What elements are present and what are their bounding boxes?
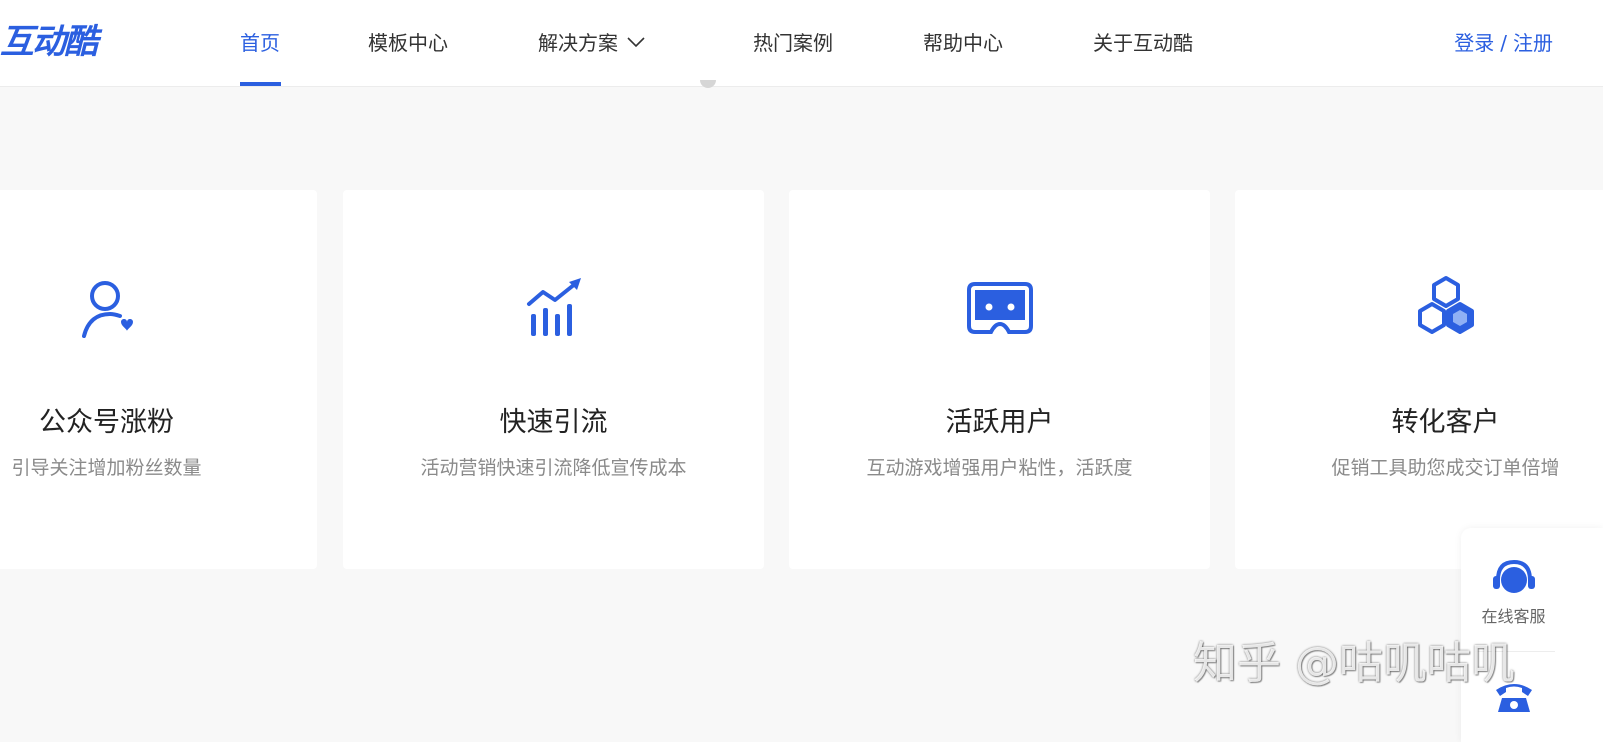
chevron-down-icon (627, 36, 645, 47)
service-divider (1475, 651, 1555, 652)
register-link[interactable]: 注册 (1513, 31, 1553, 55)
nav-item-solutions-label: 解决方案 (538, 31, 618, 55)
login-link[interactable]: 登录 (1454, 31, 1494, 55)
card-description: 活动营销快速引流降低宣传成本 (420, 457, 687, 479)
card-title: 活跃用户 (945, 407, 1054, 438)
feature-card-fans[interactable]: 公众号涨粉 引导关注增加粉丝数量 (0, 190, 317, 569)
card-description: 引导关注增加粉丝数量 (11, 457, 202, 479)
main-nav: 首页 模板中心 解决方案 热门案例 帮助中心 关于互动酷 (0, 0, 1603, 86)
growth-chart-icon (526, 278, 581, 336)
nav-item-cases[interactable]: 热门案例 (753, 29, 833, 57)
online-service-label: 在线客服 (1481, 607, 1546, 626)
nav-item-help[interactable]: 帮助中心 (923, 29, 1003, 57)
feature-card-active-users[interactable]: 活跃用户 互动游戏增强用户粘性，活跃度 (789, 190, 1210, 569)
feature-card-conversion[interactable]: 转化客户 促销工具助您成交订单倍增 (1235, 190, 1603, 569)
nav-item-solutions[interactable]: 解决方案 (538, 29, 646, 57)
site-header: 互动酷 首页 模板中心 解决方案 热门案例 帮助中心 关于互动酷 登录 / 注册 (0, 0, 1603, 87)
nav-item-home[interactable]: 首页 (240, 29, 280, 57)
user-heart-icon (81, 281, 133, 338)
headset-icon (1492, 559, 1535, 593)
hexagons-icon (1417, 276, 1474, 334)
card-title: 转化客户 (1391, 407, 1500, 438)
phone-icon (1495, 684, 1532, 712)
nav-item-about[interactable]: 关于互动酷 (1093, 29, 1193, 57)
card-description: 促销工具助您成交订单倍增 (1331, 457, 1560, 479)
card-description: 互动游戏增强用户粘性，活跃度 (866, 457, 1133, 479)
customer-service-panel: 在线客服 (1461, 528, 1603, 742)
card-title: 快速引流 (499, 407, 608, 438)
auth-separator: / (1500, 31, 1507, 55)
nav-active-indicator (240, 82, 281, 86)
feature-card-traffic[interactable]: 快速引流 活动营销快速引流降低宣传成本 (343, 190, 764, 569)
auth-links: 登录 / 注册 (1454, 29, 1553, 57)
card-title: 公众号涨粉 (39, 407, 174, 438)
nav-item-templates[interactable]: 模板中心 (368, 29, 448, 57)
page: 互动酷 首页 模板中心 解决方案 热门案例 帮助中心 关于互动酷 登录 / 注册 公… (0, 0, 1603, 742)
game-card-icon (966, 282, 1033, 334)
phone-service-button[interactable] (1461, 676, 1566, 720)
online-service-button[interactable]: 在线客服 (1461, 556, 1566, 628)
